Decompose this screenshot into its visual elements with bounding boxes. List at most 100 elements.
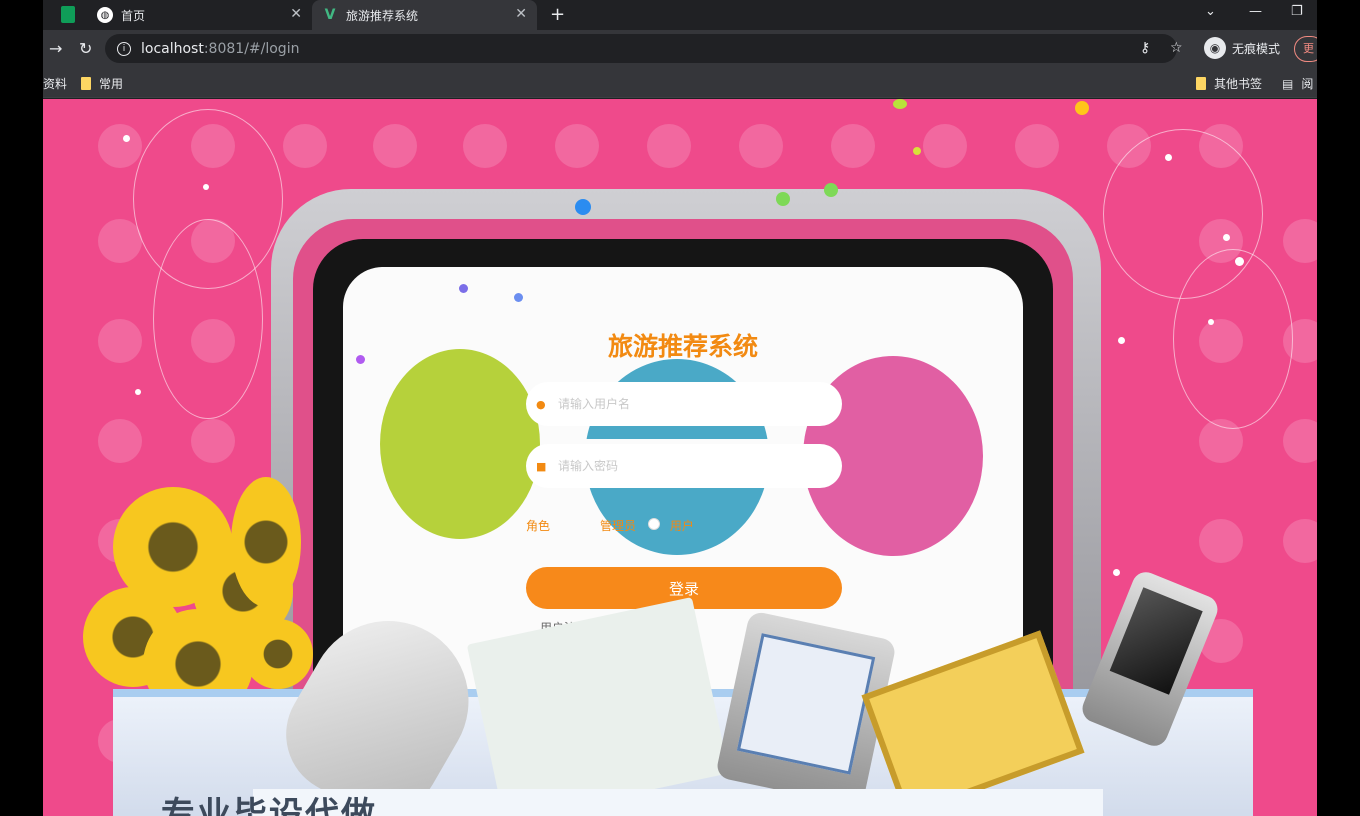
radio-button[interactable]	[647, 518, 660, 530]
sparkle	[1223, 234, 1230, 241]
tab-label: 旅游推荐系统	[346, 8, 419, 23]
bottom-banner	[253, 789, 1103, 816]
sparkle	[1113, 569, 1120, 576]
confetti	[776, 192, 790, 206]
password-field-wrapper: ■	[526, 444, 842, 488]
incognito-label: 无痕模式	[1232, 41, 1281, 56]
bg-dot	[191, 419, 235, 463]
reading-list-icon: ▤	[1282, 76, 1294, 91]
bg-dot	[463, 124, 507, 168]
username-field-wrapper: ●	[526, 382, 842, 426]
tab-travel-system[interactable]: V 旅游推荐系统 ✕	[312, 0, 537, 30]
folder-icon	[1196, 77, 1206, 90]
bg-dot	[98, 124, 142, 168]
bookmark-other[interactable]: 其他书签	[1196, 75, 1262, 92]
login-page-background: 旅游推荐系统 ● ■ 角色 管理员 用户 登录 用户注册	[43, 99, 1317, 816]
username-input[interactable]	[558, 397, 818, 411]
bg-dot	[739, 124, 783, 168]
bookmark-reading-list[interactable]: ▤ 阅	[1282, 75, 1313, 92]
bg-dot	[831, 124, 875, 168]
sparkle	[1165, 154, 1172, 161]
role-option-admin[interactable]: 管理员	[600, 517, 660, 534]
page-title: 旅游推荐系统	[607, 332, 758, 361]
bg-dot	[1199, 519, 1243, 563]
confetti	[356, 355, 365, 364]
bookmark-label: 其他书签	[1214, 77, 1263, 91]
bg-dot	[1015, 124, 1059, 168]
bookmark-changyong[interactable]: 常用	[81, 75, 123, 92]
sparkle	[1118, 337, 1125, 344]
update-button[interactable]: 更	[1294, 36, 1317, 62]
sheets-icon[interactable]	[61, 6, 75, 23]
bg-dot	[923, 124, 967, 168]
forward-arrow-icon[interactable]: →	[49, 39, 62, 58]
address-bar[interactable]: i localhost :8081/#/login	[105, 34, 1177, 63]
browser-toolbar: → ↻ i localhost :8081/#/login ⚷ ☆	[43, 30, 1317, 68]
url-host: localhost	[141, 40, 204, 57]
bg-dot	[1283, 519, 1317, 563]
info-icon[interactable]: i	[117, 41, 131, 56]
bg-dot	[1283, 219, 1317, 263]
pda-screen	[736, 633, 876, 775]
bookmark-label: 资料	[43, 77, 68, 91]
bg-dot	[555, 124, 599, 168]
swirl-decoration	[1173, 249, 1293, 429]
restore-button[interactable]: ❐	[1291, 4, 1303, 19]
bookmarks-bar: 资料 常用 其他书签 ▤ 阅	[43, 68, 1317, 98]
confetti	[824, 183, 838, 197]
chevron-down-icon[interactable]: ⌄	[1205, 4, 1216, 19]
user-icon: ●	[536, 397, 546, 411]
sparkle	[1208, 319, 1214, 325]
role-selector: 角色 管理员 用户	[526, 517, 694, 534]
bg-dot	[98, 419, 142, 463]
reload-icon[interactable]: ↻	[79, 39, 92, 58]
sparkle	[123, 135, 130, 142]
role-label: 角色	[526, 519, 551, 533]
sunflower	[243, 619, 313, 689]
bg-dot	[373, 124, 417, 168]
sunflower	[231, 477, 301, 607]
green-speech-bubble	[380, 349, 540, 539]
incognito-indicator[interactable]: ◉ 无痕模式	[1204, 37, 1280, 59]
bookmark-ziliao[interactable]: 资料	[43, 75, 67, 92]
vue-icon: V	[324, 7, 336, 23]
key-icon[interactable]: ⚷	[1140, 40, 1150, 56]
right-black-border	[1317, 0, 1360, 816]
bookmark-label: 阅	[1301, 77, 1314, 91]
incognito-icon: ◉	[1204, 37, 1226, 59]
confetti	[893, 99, 907, 109]
folder-icon	[81, 77, 91, 90]
bookmark-label: 常用	[99, 77, 124, 91]
password-input[interactable]	[558, 459, 818, 473]
confetti	[459, 284, 468, 293]
confetti	[1075, 101, 1089, 115]
tab-label: 首页	[121, 8, 146, 23]
sparkle	[135, 389, 141, 395]
minimize-button[interactable]: —	[1249, 4, 1262, 19]
close-icon[interactable]: ✕	[515, 6, 527, 22]
close-icon[interactable]: ✕	[290, 6, 302, 22]
url-path: :8081/#/login	[203, 40, 300, 57]
lock-icon: ■	[536, 459, 547, 473]
banner-text: 专业毕设代做	[161, 795, 377, 816]
phone-screen	[1109, 587, 1203, 695]
tab-home[interactable]: ◍ 首页 ✕	[87, 0, 312, 30]
confetti	[514, 293, 523, 302]
bg-dot	[283, 124, 327, 168]
role-option-label: 管理员	[600, 519, 637, 533]
new-tab-button[interactable]: +	[550, 4, 565, 25]
star-icon[interactable]: ☆	[1170, 40, 1183, 56]
bg-dot	[98, 319, 142, 363]
bg-dot	[1283, 419, 1317, 463]
bg-dot	[647, 124, 691, 168]
browser-window: ◍ 首页 ✕ V 旅游推荐系统 ✕ + ⌄ — ❐ → ↻ i localhos…	[43, 0, 1317, 816]
swirl-decoration	[153, 219, 263, 419]
left-black-border	[0, 0, 43, 816]
role-option-label: 用户	[669, 519, 694, 533]
role-option-user[interactable]: 用户	[670, 517, 694, 534]
globe-icon: ◍	[97, 7, 113, 23]
sparkle	[203, 184, 209, 190]
confetti	[913, 147, 921, 155]
tab-strip: ◍ 首页 ✕ V 旅游推荐系统 ✕ + ⌄ — ❐	[43, 0, 1317, 30]
sparkle	[1235, 257, 1244, 266]
